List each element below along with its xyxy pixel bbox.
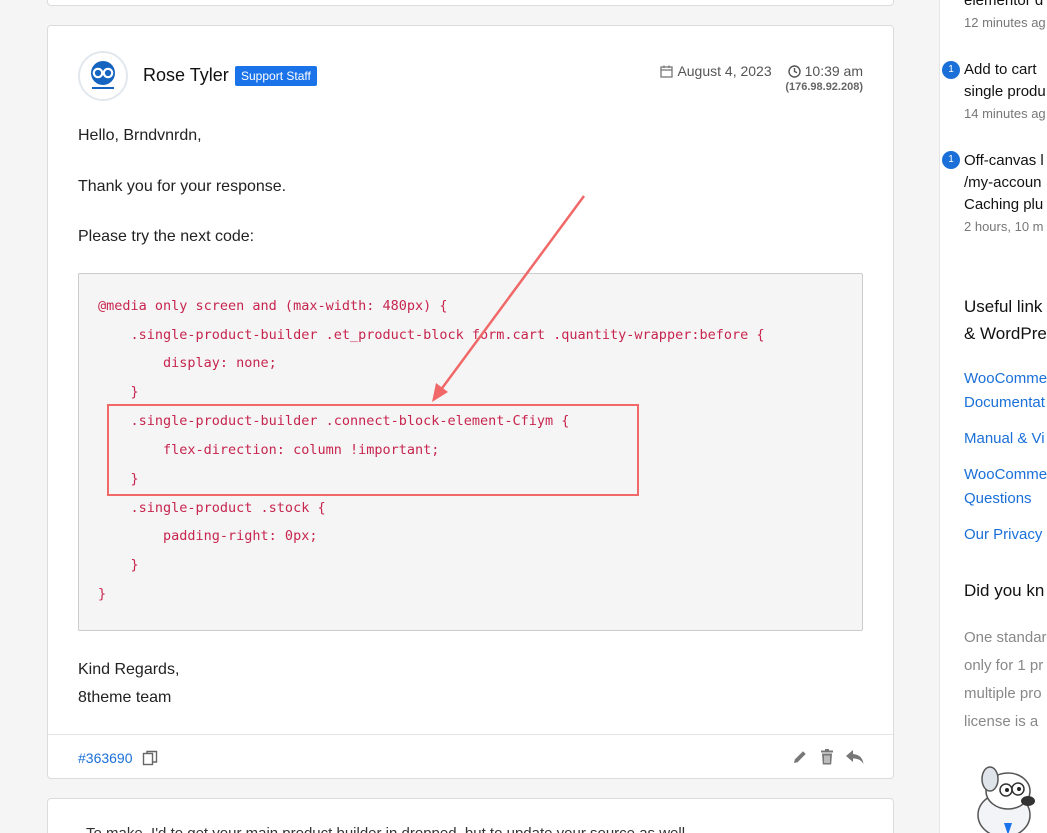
recent-topic-title[interactable]: Add to cart xyxy=(964,61,1037,78)
recent-topic-title[interactable]: Caching plu xyxy=(964,196,1043,213)
mascot-dog-illustration xyxy=(977,766,1035,833)
recent-topic-time: 14 minutes ag xyxy=(964,106,1046,121)
right-sidebar: elementor d 12 minutes ag 1 Add to cart … xyxy=(939,0,1047,833)
useful-link[interactable]: WooComme xyxy=(964,466,1047,483)
useful-link[interactable]: Documentat xyxy=(964,394,1045,411)
did-you-know-heading: Did you kn xyxy=(964,581,1045,600)
useful-link[interactable]: Manual & Vi xyxy=(964,430,1045,447)
unread-badge: 1 xyxy=(942,61,960,79)
recent-topic-title[interactable]: elementor d xyxy=(964,0,1043,9)
tip-text: only for 1 pr xyxy=(964,657,1044,674)
recent-topic-title[interactable]: Off-canvas l xyxy=(964,152,1044,169)
useful-links-heading: Useful link xyxy=(964,297,1043,316)
annotation-arrow xyxy=(432,195,586,402)
tip-text: multiple pro xyxy=(964,685,1042,702)
recent-topic-title[interactable]: /my-accoun xyxy=(964,174,1042,191)
tip-text: license is a xyxy=(964,713,1039,730)
next-reply-card: To make, I'd to get your main product bu… xyxy=(47,798,894,833)
useful-links-heading: & WordPre xyxy=(964,324,1047,343)
recent-topic-title[interactable]: single produ xyxy=(964,83,1046,100)
useful-link[interactable]: Our Privacy xyxy=(964,526,1042,543)
recent-topic-time: 12 minutes ag xyxy=(964,15,1046,30)
recent-topic-time: 2 hours, 10 m xyxy=(964,219,1044,234)
unread-badge: 1 xyxy=(942,151,960,169)
next-reply-preview: To make, I'd to get your main product bu… xyxy=(86,825,698,833)
tip-text: One standar xyxy=(964,629,1047,646)
useful-link[interactable]: WooComme xyxy=(964,370,1047,387)
useful-link[interactable]: Questions xyxy=(964,490,1032,507)
